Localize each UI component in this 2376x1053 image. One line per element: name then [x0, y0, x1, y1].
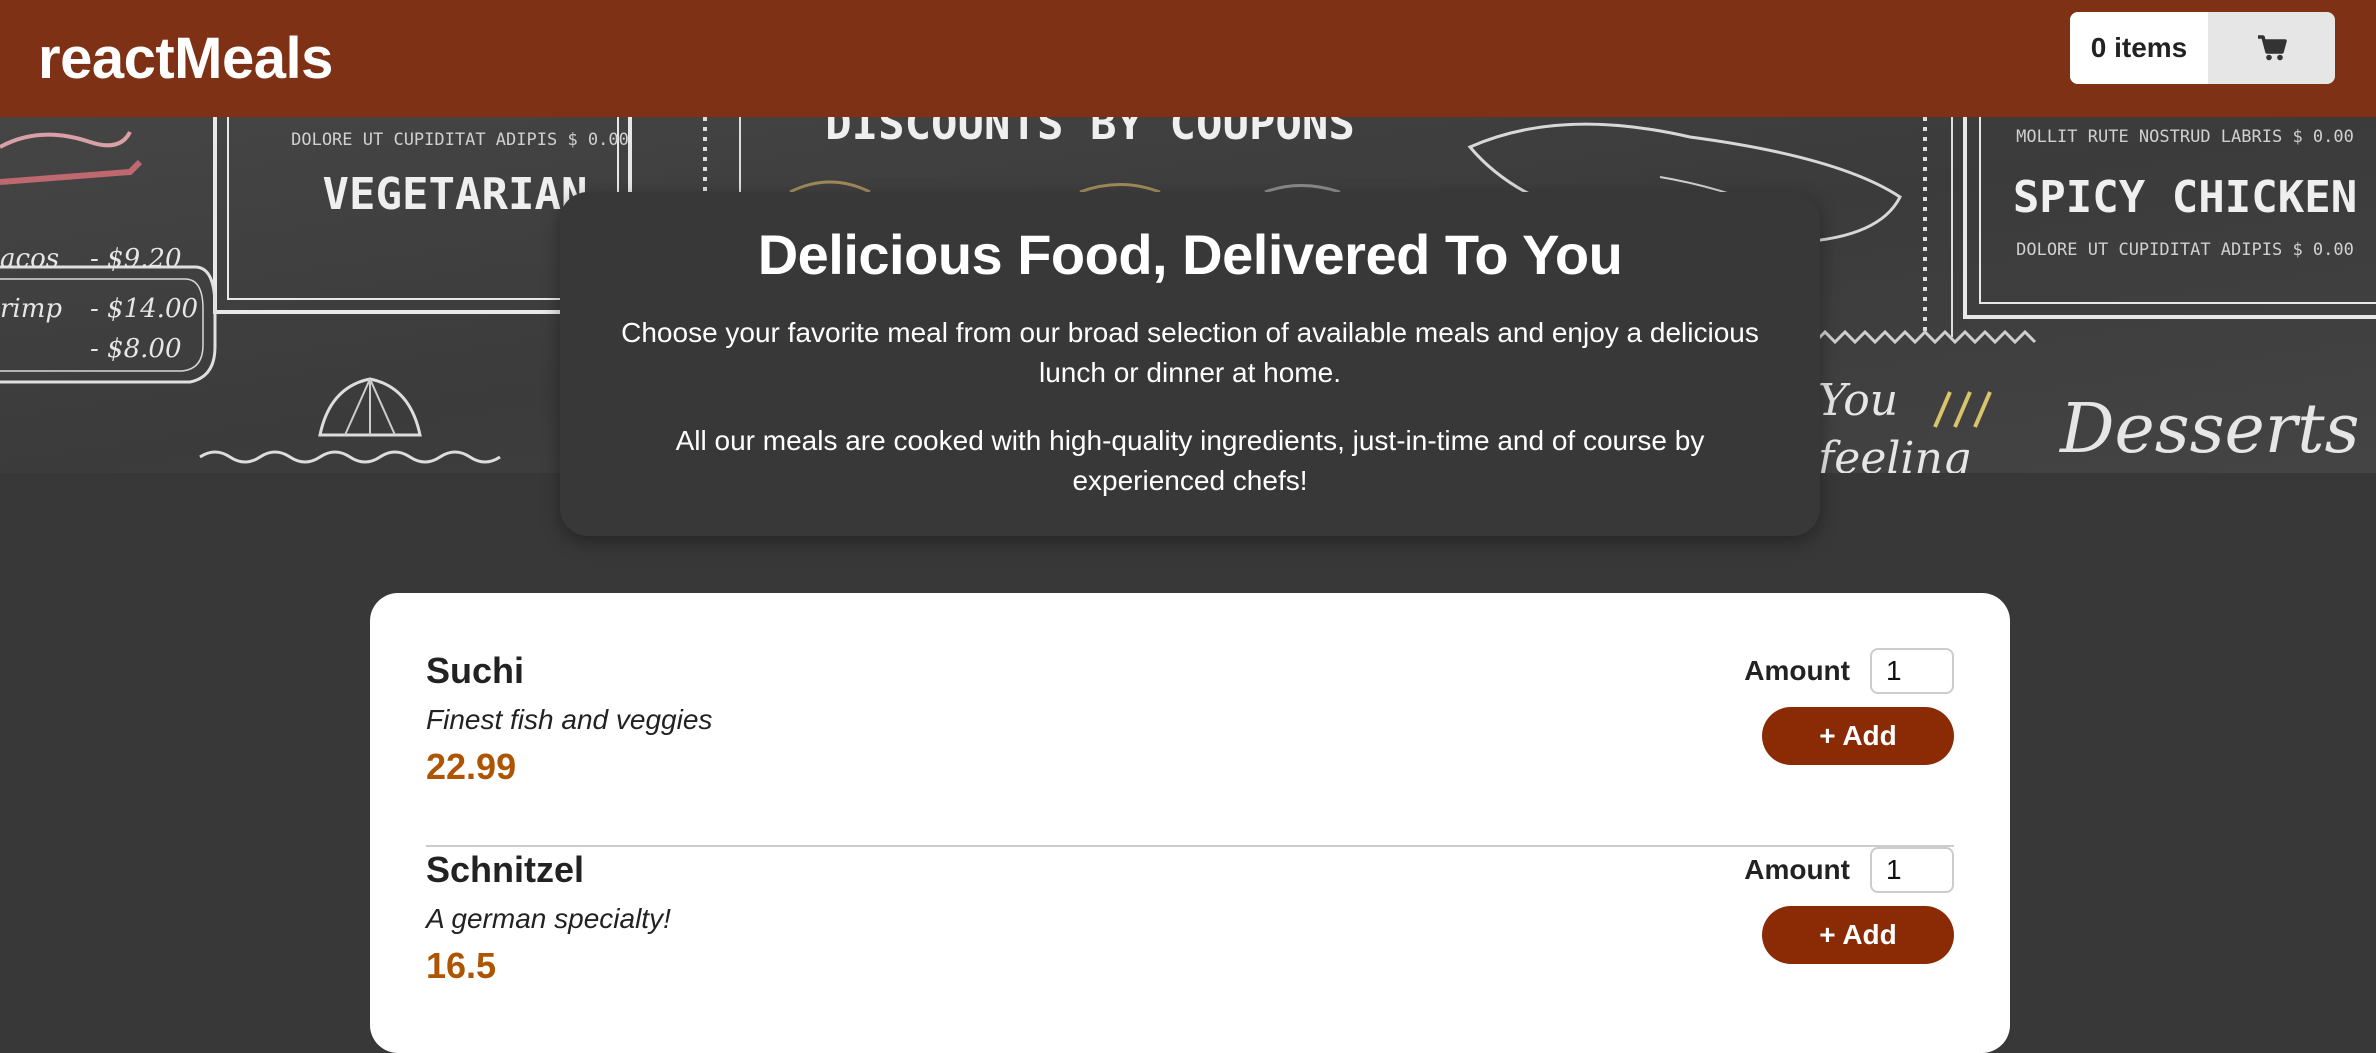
- chalk-price-3: - $8.00: [90, 334, 181, 364]
- chalk-left-1: acos: [0, 244, 59, 274]
- chalk-small-2: MOLLIT RUTE NOSTRUD LABRIS $ 0.00: [2016, 127, 2354, 147]
- chalk-spicy-chicken: SPICY CHICKEN: [2013, 172, 2357, 223]
- cart-count-label: 0 items: [2070, 12, 2208, 84]
- meals-summary-card: Delicious Food, Delivered To You Choose …: [560, 192, 1820, 536]
- meal-item: Suchi Finest fish and veggies 22.99 Amou…: [426, 648, 1954, 847]
- cart-icon: [2208, 12, 2335, 84]
- available-meals-card: Suchi Finest fish and veggies 22.99 Amou…: [370, 593, 2010, 1053]
- chalk-price-2: - $14.00: [90, 294, 198, 324]
- amount-control: Amount: [1744, 847, 1954, 893]
- chalk-vegetarian: VEGETARIAN: [323, 169, 588, 220]
- meal-price: 22.99: [426, 746, 517, 787]
- meal-name: Suchi: [426, 650, 525, 691]
- chalk-price-1: - $9.20: [90, 244, 181, 274]
- summary-title: Delicious Food, Delivered To You: [757, 223, 1623, 286]
- meal-description: A german specialty!: [426, 903, 671, 934]
- meal-name: Schnitzel: [426, 849, 585, 890]
- amount-input[interactable]: [1870, 847, 1954, 893]
- amount-label: Amount: [1744, 854, 1850, 885]
- add-to-cart-button[interactable]: + Add: [1762, 906, 1954, 964]
- chalk-discounts: DISCOUNTS BY COUPONS: [825, 117, 1355, 150]
- cart-button[interactable]: 0 items: [2070, 12, 2335, 84]
- amount-control: Amount: [1744, 648, 1954, 694]
- summary-paragraph-2: All our meals are cooked with high-quali…: [675, 425, 1705, 496]
- brand-logo: reactMeals: [38, 26, 333, 91]
- summary-paragraph-1: Choose your favorite meal from our broad…: [621, 317, 1759, 388]
- add-to-cart-button[interactable]: + Add: [1762, 707, 1954, 765]
- meal-description: Finest fish and veggies: [426, 704, 713, 735]
- chalk-feeling: feeling: [1815, 433, 1971, 473]
- meal-price: 16.5: [426, 945, 497, 986]
- app-header: reactMeals 0 items: [0, 0, 2376, 117]
- meal-item: Schnitzel A german specialty! 16.5 Amoun…: [426, 847, 1954, 1046]
- chalk-you: You: [1818, 375, 1898, 426]
- amount-label: Amount: [1744, 655, 1850, 686]
- amount-input[interactable]: [1870, 648, 1954, 694]
- chalk-left-2: rimp: [0, 294, 62, 324]
- chalk-desserts: Desserts: [2058, 390, 2360, 469]
- chalk-small-3: DOLORE UT CUPIDITAT ADIPIS $ 0.00: [2016, 240, 2354, 260]
- chalk-small-1: DOLORE UT CUPIDITAT ADIPIS $ 0.00: [291, 130, 629, 150]
